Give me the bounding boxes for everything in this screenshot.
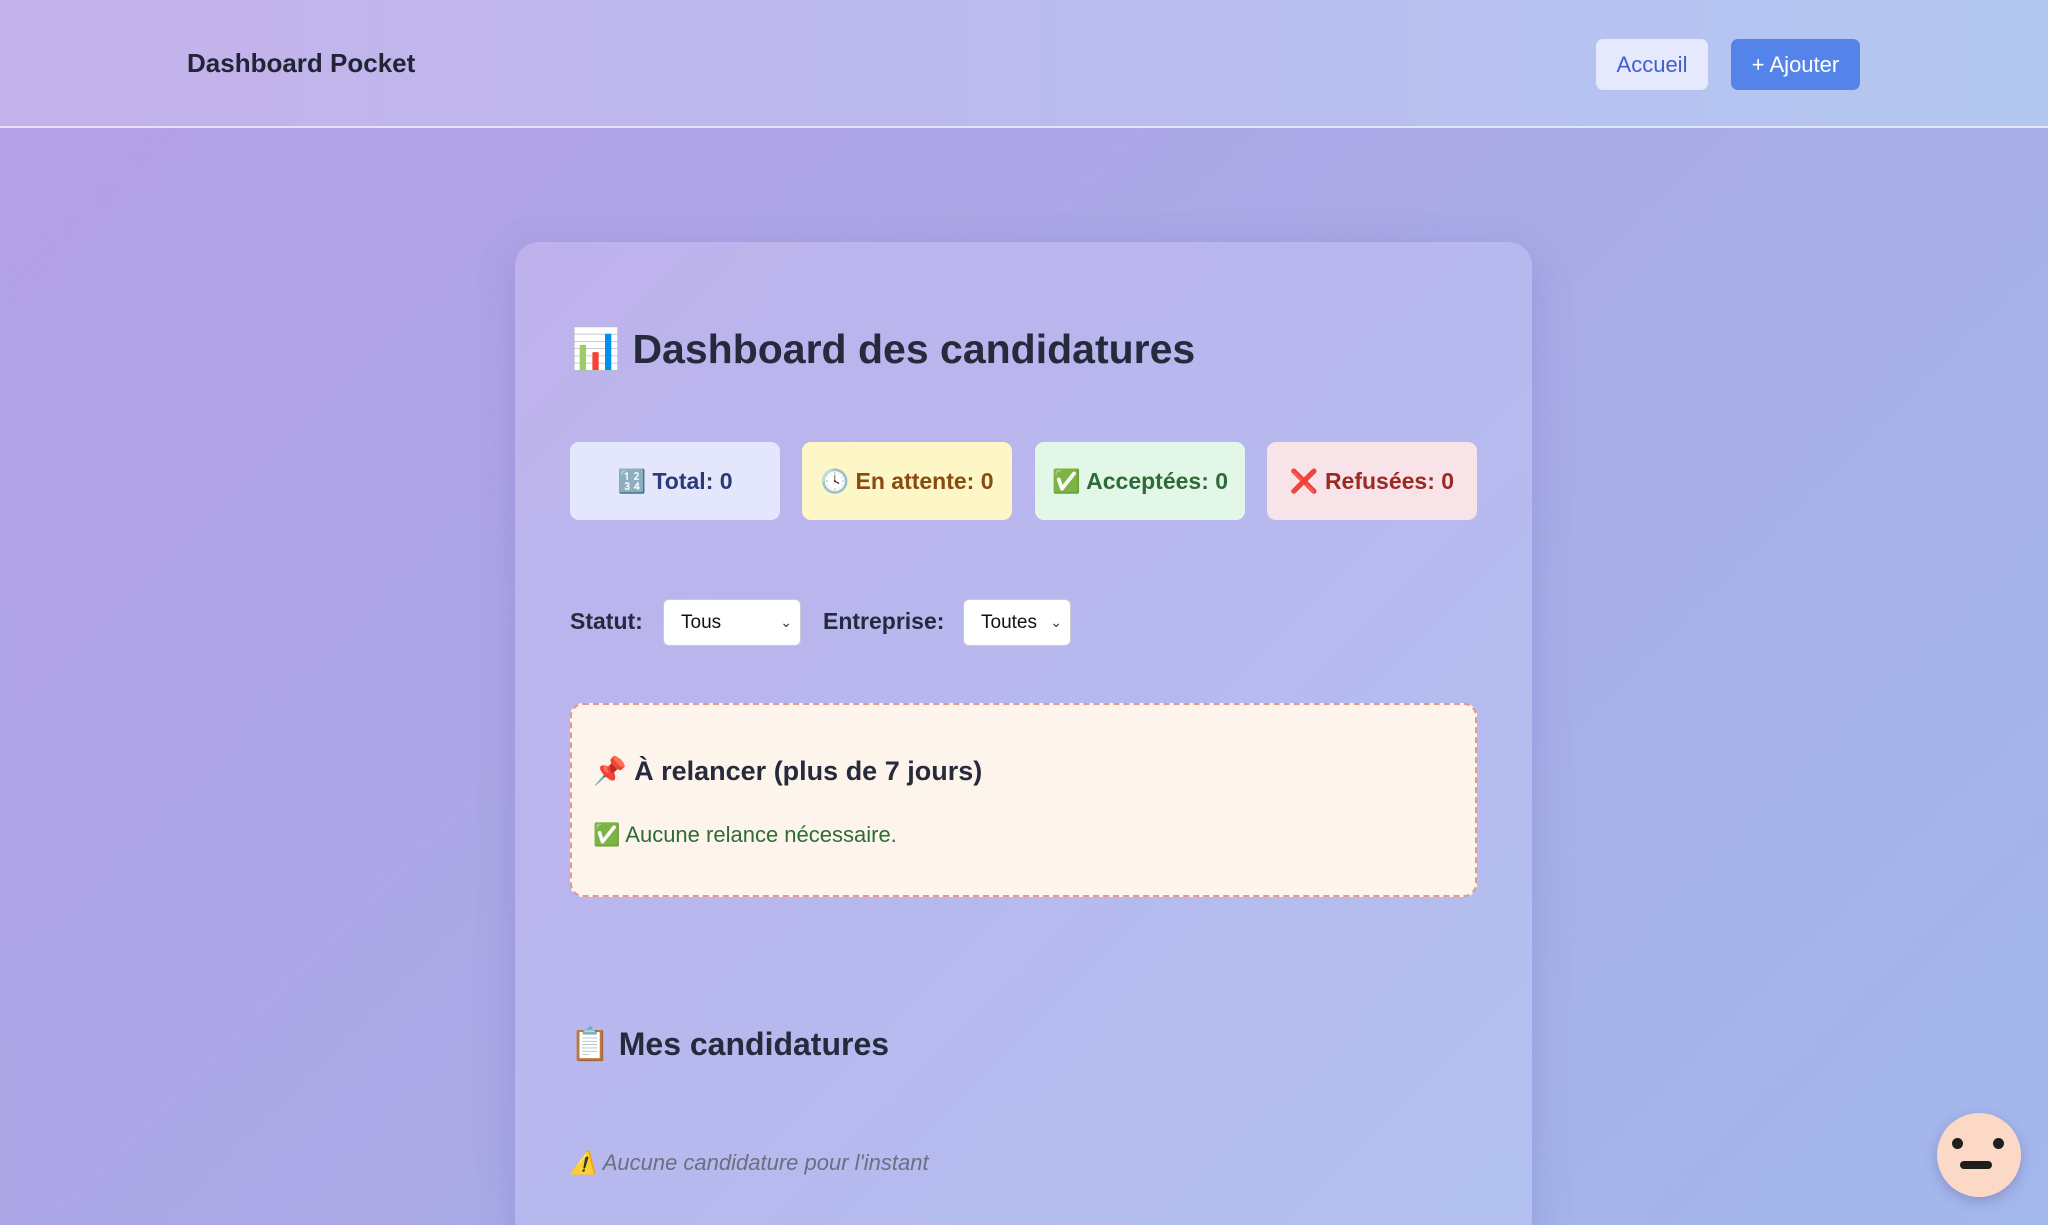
chevron-down-icon: ⌄ bbox=[780, 614, 792, 630]
stat-total: 🔢 Total: 0 bbox=[570, 442, 780, 520]
status-select-value: Tous bbox=[681, 612, 722, 633]
relance-title: 📌 À relancer (plus de 7 jours) bbox=[593, 756, 983, 786]
relance-panel bbox=[570, 703, 1477, 897]
mouth bbox=[1960, 1161, 1992, 1169]
status-select[interactable]: Tous ⌄ bbox=[663, 599, 801, 646]
top-navbar: Dashboard Pocket Accueil + Ajouter bbox=[0, 0, 2048, 128]
status-filter-label: Statut: bbox=[570, 608, 643, 634]
company-select-value: Toutes bbox=[981, 612, 1037, 633]
applications-empty-message: ⚠️ Aucune candidature pour l'instant bbox=[570, 1150, 929, 1175]
stat-pending: 🕓 En attente: 0 bbox=[802, 442, 1012, 520]
page-title: 📊 Dashboard des candidatures bbox=[570, 326, 1196, 372]
relance-message: ✅ Aucune relance nécessaire. bbox=[593, 822, 897, 847]
brand-title[interactable]: Dashboard Pocket bbox=[187, 48, 415, 79]
stat-accepted: ✅ Acceptées: 0 bbox=[1035, 442, 1245, 520]
company-filter-label: Entreprise: bbox=[823, 608, 945, 634]
add-button[interactable]: + Ajouter bbox=[1731, 39, 1860, 90]
home-button[interactable]: Accueil bbox=[1596, 39, 1708, 90]
stat-refused: ❌ Refusées: 0 bbox=[1267, 442, 1477, 520]
right-eye bbox=[1993, 1138, 2004, 1149]
company-select[interactable]: Toutes ⌄ bbox=[963, 599, 1071, 646]
left-eye bbox=[1952, 1138, 1963, 1149]
assistant-face-icon[interactable] bbox=[1937, 1113, 2021, 1197]
applications-title: 📋 Mes candidatures bbox=[570, 1026, 890, 1062]
chevron-down-icon: ⌄ bbox=[1050, 614, 1062, 630]
